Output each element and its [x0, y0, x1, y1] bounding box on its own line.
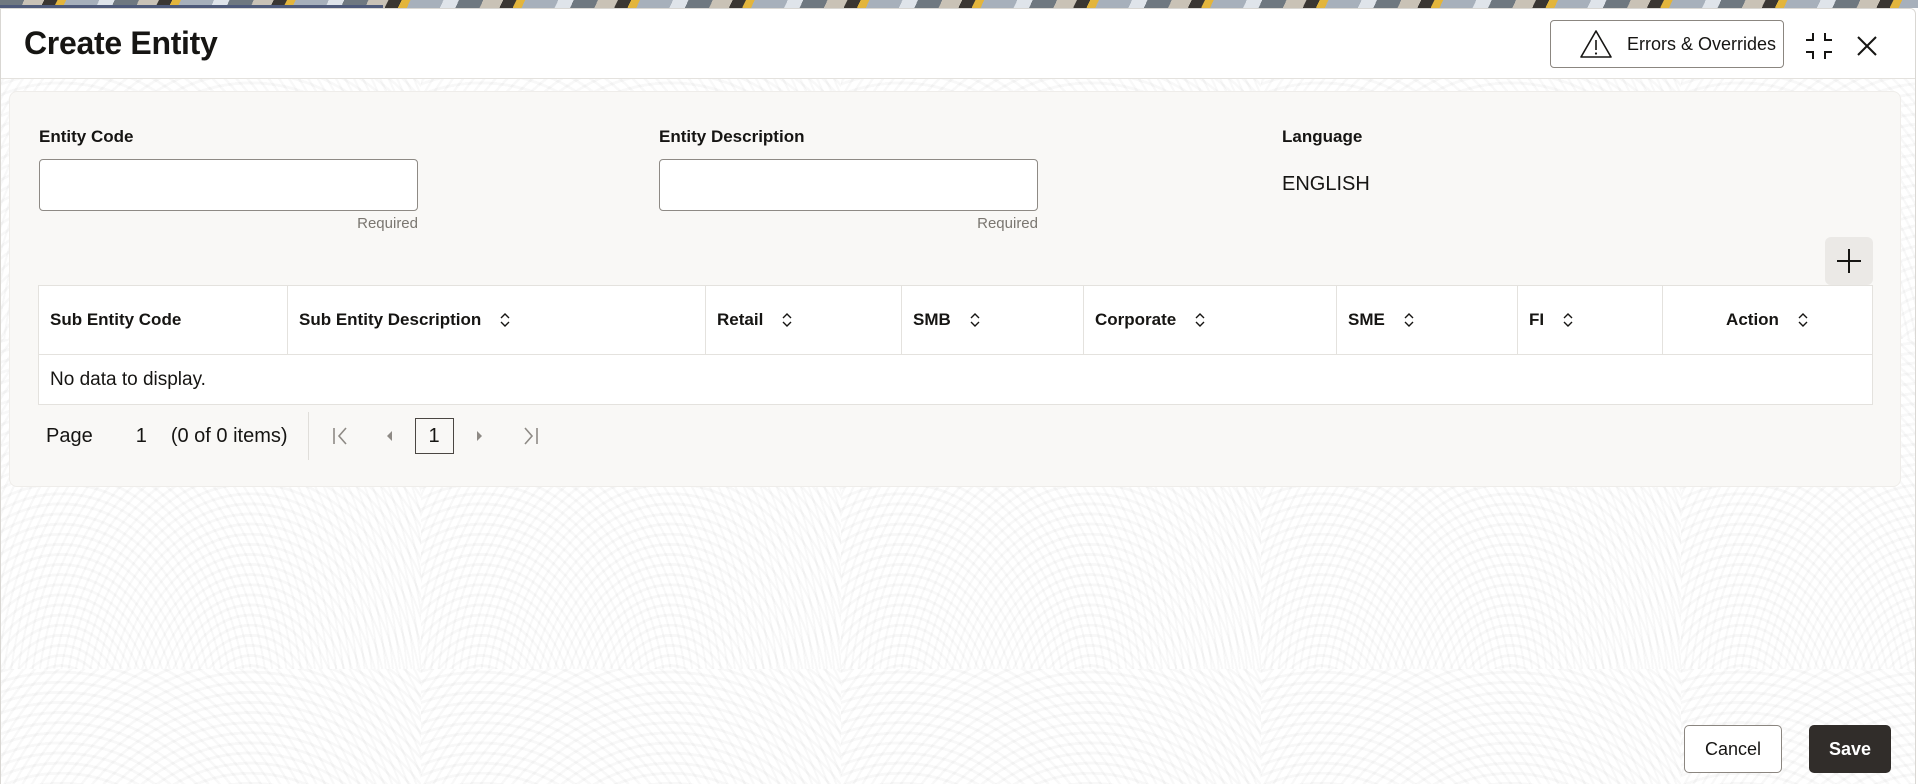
last-page-icon	[523, 427, 538, 445]
column-header-sme[interactable]: SME	[1337, 286, 1518, 354]
create-entity-dialog: Create Entity Errors & Overrides Entity …	[0, 8, 1916, 784]
column-label: SME	[1348, 310, 1385, 329]
sort-updown-icon[interactable]	[499, 311, 511, 329]
column-label: FI	[1529, 310, 1545, 329]
current-page-number: 1	[135, 424, 147, 447]
prev-page-button[interactable]	[377, 424, 401, 448]
sort-updown-icon[interactable]	[1194, 311, 1206, 329]
sort-updown-icon[interactable]	[1797, 311, 1809, 329]
entity-description-input[interactable]	[659, 159, 1038, 211]
column-label: Action	[1726, 310, 1779, 329]
column-label: Corporate	[1095, 310, 1177, 329]
first-page-button[interactable]	[329, 424, 353, 448]
close-icon[interactable]	[1854, 33, 1880, 59]
column-label: SMB	[913, 310, 951, 329]
items-summary: (0 of 0 items)	[170, 424, 288, 447]
entity-code-input[interactable]	[39, 159, 418, 211]
compress-icon[interactable]	[1803, 30, 1835, 62]
entity-description-label: Entity Description	[659, 127, 805, 146]
column-label: Sub Entity Code	[50, 310, 182, 329]
last-page-button[interactable]	[518, 424, 542, 448]
first-page-icon	[332, 427, 347, 445]
page-number-box[interactable]: 1	[414, 418, 454, 454]
column-header-action[interactable]: Action	[1663, 286, 1872, 354]
column-header-corporate[interactable]: Corporate	[1084, 286, 1337, 354]
column-header-fi[interactable]: FI	[1518, 286, 1663, 354]
column-header-retail[interactable]: Retail	[706, 286, 902, 354]
sort-updown-icon[interactable]	[781, 311, 793, 329]
next-page-icon	[476, 431, 482, 441]
column-label: Retail	[717, 310, 764, 329]
column-header-sub-entity-description[interactable]: Sub Entity Description	[288, 286, 706, 354]
plus-icon	[1837, 249, 1861, 273]
column-header-smb[interactable]: SMB	[902, 286, 1084, 354]
sort-updown-icon[interactable]	[1562, 311, 1574, 329]
dialog-header: Create Entity Errors & Overrides	[1, 9, 1915, 79]
top-banner-strip	[0, 0, 1918, 8]
entity-form-panel: Entity Code Required Entity Description …	[9, 91, 1901, 487]
column-label: Sub Entity Description	[299, 310, 482, 329]
page-label: Page	[46, 424, 93, 447]
page-title: Create Entity	[24, 25, 218, 61]
save-button[interactable]: Save	[1809, 725, 1891, 773]
entity-description-required-hint: Required	[977, 215, 1038, 232]
sub-entity-table: Sub Entity Code Sub Entity Description R…	[38, 285, 1873, 405]
entity-code-required-hint: Required	[357, 215, 418, 232]
pager-divider	[307, 412, 309, 460]
warning-triangle-icon	[1580, 30, 1612, 58]
errors-overrides-label: Errors & Overrides	[1627, 33, 1777, 54]
sort-updown-icon[interactable]	[1403, 311, 1415, 329]
language-value: ENGLISH	[1282, 173, 1370, 195]
prev-page-icon	[386, 431, 392, 441]
errors-overrides-button[interactable]: Errors & Overrides	[1550, 20, 1784, 68]
cancel-button[interactable]: Cancel	[1684, 725, 1782, 773]
language-label: Language	[1282, 127, 1363, 146]
next-page-button[interactable]	[468, 424, 492, 448]
sort-updown-icon[interactable]	[969, 311, 981, 329]
empty-table-message: No data to display.	[50, 368, 206, 390]
add-row-button[interactable]	[1825, 237, 1873, 285]
table-header-row: Sub Entity Code Sub Entity Description R…	[39, 286, 1872, 355]
entity-code-label: Entity Code	[39, 127, 134, 146]
column-header-sub-entity-code[interactable]: Sub Entity Code	[39, 286, 288, 354]
pagination-bar: Page 1 (0 of 0 items) 1	[38, 410, 542, 462]
